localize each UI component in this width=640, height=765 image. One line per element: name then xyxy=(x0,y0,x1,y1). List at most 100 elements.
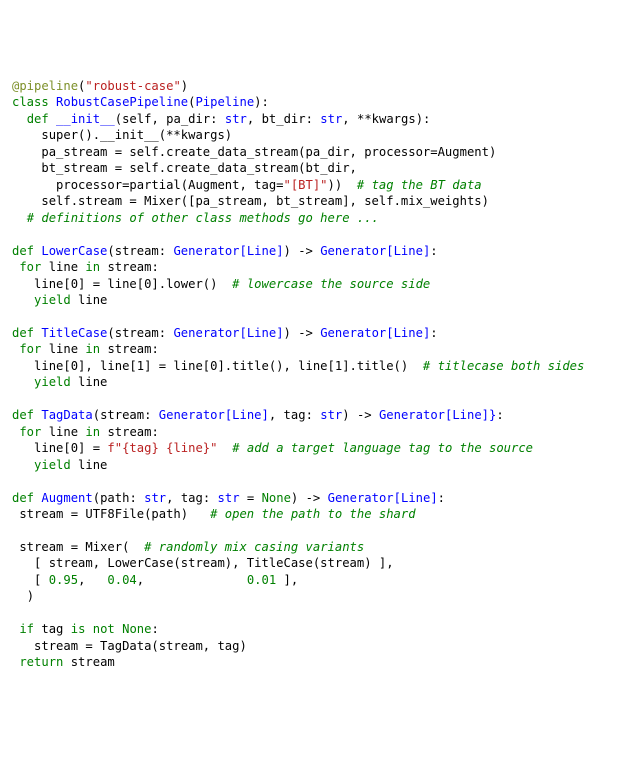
colon: : xyxy=(306,112,321,126)
tc-yield: line xyxy=(78,375,107,389)
ret-type: Generator[Line] xyxy=(328,491,438,505)
bt-rhs-2b: )) xyxy=(328,178,343,192)
kw-def: def xyxy=(27,112,49,126)
close-paren: ) xyxy=(27,589,34,603)
fn-augment: Augment xyxy=(41,491,92,505)
comma: , xyxy=(342,112,357,126)
colon: : xyxy=(203,491,218,505)
param-tag: tag xyxy=(181,491,203,505)
w2: 0.04 xyxy=(107,573,136,587)
param-stream: stream xyxy=(115,326,159,340)
arrow: ) -> xyxy=(284,244,321,258)
td-comment: # add a target language tag to the sourc… xyxy=(232,441,533,455)
param-self: self xyxy=(122,112,151,126)
type-str: str xyxy=(320,112,342,126)
none: None xyxy=(262,491,291,505)
augment-open: stream = UTF8File(path) xyxy=(19,507,188,521)
pa-rhs: self.create_data_stream(pa_dir, processo… xyxy=(129,145,496,159)
paren: ( xyxy=(107,326,114,340)
decorator-name: @pipeline xyxy=(12,79,78,93)
param-kwargs: **kwargs xyxy=(357,112,416,126)
init-name: __init__ xyxy=(56,112,115,126)
bt-lhs: bt_stream xyxy=(41,161,107,175)
kw-is-not: is not xyxy=(71,622,115,636)
arrow: ) -> xyxy=(284,326,321,340)
colon: : xyxy=(159,244,174,258)
type-gen: Generator[Line] xyxy=(173,244,283,258)
paren: ( xyxy=(107,244,114,258)
loop-var: line xyxy=(49,425,78,439)
lc-yield: line xyxy=(78,293,107,307)
fn-titlecase: TitleCase xyxy=(41,326,107,340)
kw-for: for xyxy=(19,260,41,274)
eq: = xyxy=(240,491,262,505)
fstr-open: f" xyxy=(107,441,122,455)
mixer-l2-close: ], xyxy=(276,573,298,587)
kw-yield: yield xyxy=(34,375,71,389)
ret-type: Generator[Line] xyxy=(320,326,430,340)
none: None xyxy=(122,622,151,636)
stream-ref: stream xyxy=(107,260,151,274)
fn-lowercase: LowerCase xyxy=(41,244,107,258)
kw-for: for xyxy=(19,425,41,439)
kw-in: in xyxy=(85,425,100,439)
eq: = xyxy=(107,145,129,159)
paren: ( xyxy=(93,491,100,505)
pa-lhs: pa_stream xyxy=(41,145,107,159)
type-str: str xyxy=(225,112,247,126)
param-bt-dir: bt_dir xyxy=(262,112,306,126)
td-yield: line xyxy=(78,458,107,472)
colon: : xyxy=(306,408,321,422)
ret-val: stream xyxy=(71,655,115,669)
param-stream: stream xyxy=(115,244,159,258)
kw-return: return xyxy=(19,655,63,669)
ret-type: Generator[Line] xyxy=(320,244,430,258)
colon: : xyxy=(430,244,437,258)
type-str: str xyxy=(218,491,240,505)
type-gen: Generator[Line] xyxy=(173,326,283,340)
comma: , xyxy=(78,573,107,587)
tc-comment: # titlecase both sides xyxy=(423,359,584,373)
bt-rhs-2a: processor=partial(Augment, tag= xyxy=(56,178,283,192)
kw-class: class xyxy=(12,95,49,109)
colon: : xyxy=(430,326,437,340)
colon: : xyxy=(151,260,158,274)
paren: ( xyxy=(115,112,122,126)
mixer-comment: # randomly mix casing variants xyxy=(144,540,364,554)
kw-def: def xyxy=(12,491,34,505)
stream-ref: stream xyxy=(107,342,151,356)
fstr-body: {tag} {line} xyxy=(122,441,210,455)
if-var: tag xyxy=(41,622,63,636)
eq: = xyxy=(85,441,107,455)
colon: : xyxy=(151,425,158,439)
type-gen: Generator[Line] xyxy=(159,408,269,422)
comma: , xyxy=(247,112,262,126)
paren: ) xyxy=(181,79,188,93)
lc-assign: line[0] = line[0].lower() xyxy=(34,277,217,291)
mixer-head: stream = Mixer( xyxy=(19,540,129,554)
param-tag: tag xyxy=(284,408,306,422)
arrow: ) -> xyxy=(342,408,379,422)
tc-assign: line[0], line[1] = line[0].title(), line… xyxy=(34,359,408,373)
colon: : xyxy=(151,342,158,356)
comma: , xyxy=(137,573,247,587)
colon: : xyxy=(496,408,503,422)
w1: 0.95 xyxy=(49,573,78,587)
colon: : xyxy=(144,408,159,422)
fstr-close: " xyxy=(210,441,217,455)
eq: = xyxy=(122,194,144,208)
code-block: @pipeline("robust-case") class RobustCas… xyxy=(12,78,628,671)
kw-for: for xyxy=(19,342,41,356)
bt-comment: # tag the BT data xyxy=(357,178,482,192)
param-path: path xyxy=(100,491,129,505)
colon: : xyxy=(151,622,158,636)
super-call: super().__init__(**kwargs) xyxy=(41,128,232,142)
decorator-arg: "robust-case" xyxy=(85,79,180,93)
fn-tagdata: TagData xyxy=(41,408,92,422)
mix-lhs: self.stream xyxy=(41,194,122,208)
td-lhs: line[0] xyxy=(34,441,85,455)
kw-in: in xyxy=(85,342,100,356)
class-trailing-comment: # definitions of other class methods go … xyxy=(27,211,379,225)
stream-ref: stream xyxy=(107,425,151,439)
mix-rhs: Mixer([pa_stream, bt_stream], self.mix_w… xyxy=(144,194,489,208)
